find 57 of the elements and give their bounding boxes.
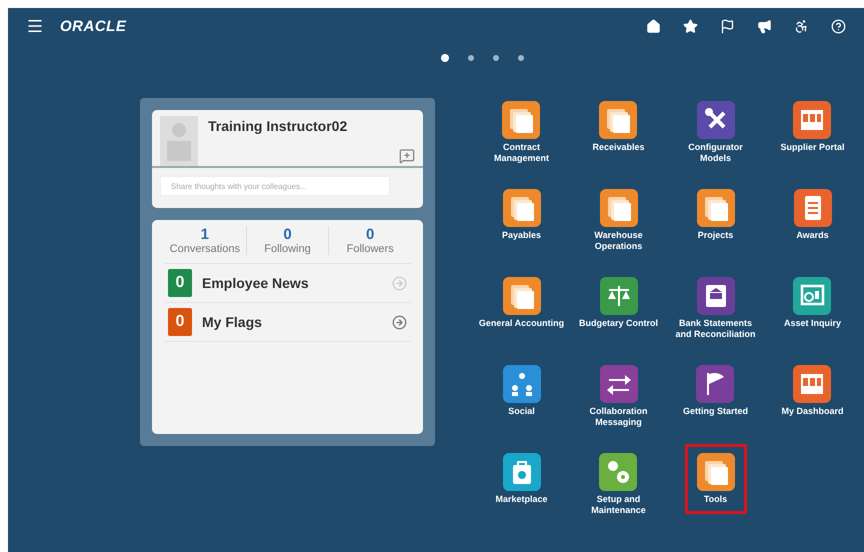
stat-label: Followers bbox=[346, 243, 394, 255]
app-icon[interactable] bbox=[600, 189, 638, 227]
stat-count[interactable]: 1 bbox=[200, 226, 209, 243]
app-icon[interactable] bbox=[599, 101, 638, 139]
app-icon[interactable] bbox=[794, 189, 832, 227]
app-icon[interactable] bbox=[502, 101, 540, 139]
page-dot[interactable] bbox=[468, 55, 474, 61]
page-dot[interactable] bbox=[518, 55, 524, 61]
avatar-icon bbox=[160, 116, 198, 166]
stat-count[interactable]: 0 bbox=[283, 226, 292, 243]
app-label[interactable]: Payables bbox=[502, 230, 542, 241]
app-label[interactable]: Social bbox=[508, 406, 535, 417]
app-label[interactable]: Projects bbox=[698, 230, 734, 241]
app-icon[interactable] bbox=[502, 277, 540, 315]
app-icon[interactable] bbox=[502, 365, 540, 403]
app-label[interactable]: Bank Statements and Reconciliation bbox=[676, 318, 756, 340]
logo: ORACLE bbox=[60, 18, 126, 34]
app-label[interactable]: Marketplace bbox=[495, 494, 548, 505]
app-icon[interactable] bbox=[696, 101, 734, 139]
page-dot[interactable] bbox=[492, 55, 498, 61]
app-label[interactable]: Awards bbox=[796, 230, 829, 241]
share-field[interactable]: Share thoughts with your colleagues... bbox=[160, 176, 390, 196]
app-label[interactable]: Receivables bbox=[592, 142, 645, 153]
app-label[interactable]: General Accounting bbox=[478, 318, 564, 329]
app-icon[interactable] bbox=[793, 101, 832, 139]
app-icon[interactable] bbox=[600, 365, 638, 403]
app-icon[interactable] bbox=[696, 365, 734, 403]
app-label[interactable]: My Dashboard bbox=[781, 406, 844, 417]
app-label[interactable]: Setup and Maintenance bbox=[591, 494, 646, 516]
app-label[interactable]: Collaboration Messaging bbox=[590, 406, 648, 428]
stat-count[interactable]: 0 bbox=[366, 226, 374, 243]
app-label[interactable]: Supplier Portal bbox=[780, 142, 844, 153]
app-label[interactable]: Contract Management bbox=[494, 142, 549, 164]
arrow-icon[interactable] bbox=[392, 314, 407, 330]
feed-label[interactable]: My Flags bbox=[202, 314, 382, 330]
app-label[interactable]: Configurator Models bbox=[688, 142, 743, 164]
app-icon[interactable] bbox=[696, 453, 734, 491]
app-label[interactable]: Budgetary Control bbox=[579, 318, 658, 329]
app-icon[interactable] bbox=[793, 365, 832, 403]
app-icon[interactable] bbox=[600, 277, 638, 315]
app-icon[interactable] bbox=[793, 277, 832, 315]
app-label[interactable]: Tools bbox=[704, 494, 728, 505]
stat-label: Conversations bbox=[170, 243, 240, 255]
app-icon[interactable] bbox=[502, 453, 540, 491]
count-badge: 0 bbox=[168, 269, 192, 297]
new-message-icon[interactable] bbox=[399, 148, 415, 164]
stat-label: Following bbox=[264, 243, 311, 255]
app-icon[interactable] bbox=[502, 189, 540, 227]
app-label[interactable]: Asset Inquiry bbox=[784, 318, 841, 329]
app-icon[interactable] bbox=[599, 453, 638, 491]
user-name: Training Instructor02 bbox=[208, 118, 348, 136]
app-icon[interactable] bbox=[696, 277, 734, 315]
app-label[interactable]: Getting Started bbox=[682, 406, 748, 417]
app-icon[interactable] bbox=[696, 189, 734, 227]
app-label[interactable]: Warehouse Operations bbox=[594, 230, 643, 252]
count-badge: 0 bbox=[168, 308, 192, 336]
page-dot[interactable] bbox=[440, 54, 448, 62]
